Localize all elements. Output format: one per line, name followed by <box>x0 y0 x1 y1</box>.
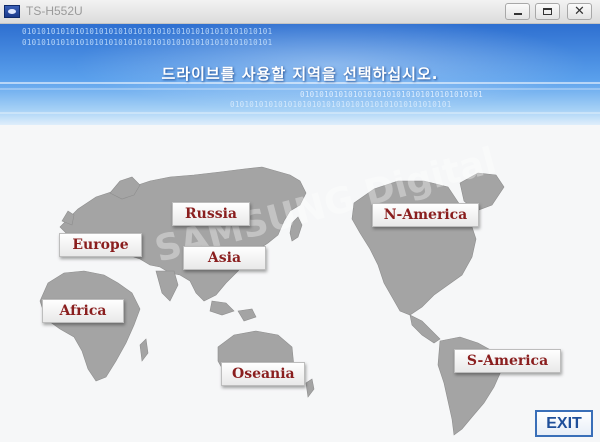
region-russia-button[interactable]: Russia <box>172 202 250 226</box>
africa-shape <box>39 270 141 382</box>
page-title: 드라이브를 사용할 지역을 선택하십시오. <box>161 65 439 83</box>
region-oseania-button[interactable]: Oseania <box>221 362 305 386</box>
close-button[interactable]: ✕ <box>567 3 592 20</box>
sea-islands-shape <box>209 300 257 322</box>
binary-decoration: 0101010101010101010101010101010101010101… <box>22 38 273 47</box>
minimize-button[interactable] <box>505 3 530 20</box>
minimize-icon <box>514 13 522 15</box>
app-window: TS-H552U ✕ 01010101010101010101010101010… <box>0 0 600 442</box>
binary-decoration: 0101010101010101010101010101010101010101… <box>230 100 452 109</box>
close-icon: ✕ <box>574 4 585 19</box>
maximize-button[interactable] <box>535 3 560 20</box>
region-asia-button[interactable]: Asia <box>183 246 266 270</box>
region-europe-button[interactable]: Europe <box>59 233 142 257</box>
central-america-shape <box>409 314 441 344</box>
exit-button[interactable]: EXIT <box>535 410 593 437</box>
map-area: SAMSUNG Digital <box>0 125 600 442</box>
india-shape <box>155 270 179 302</box>
maximize-icon <box>543 8 552 15</box>
window-title: TS-H552U <box>26 4 83 18</box>
title-bar[interactable]: TS-H552U ✕ <box>0 0 600 24</box>
app-logo-icon <box>4 5 20 18</box>
region-s-america-button[interactable]: S-America <box>454 349 561 373</box>
world-map <box>39 166 505 436</box>
madagascar-shape <box>139 338 149 362</box>
region-africa-button[interactable]: Africa <box>42 299 124 323</box>
region-n-america-button[interactable]: N-America <box>372 203 479 227</box>
new-zealand-shape <box>305 378 315 398</box>
binary-decoration: 01010101010101010101010101010101010101 <box>300 90 483 99</box>
light-streak <box>0 112 600 114</box>
header-banner: 0101010101010101010101010101010101010101… <box>0 24 600 125</box>
binary-decoration: 0101010101010101010101010101010101010101… <box>22 27 273 36</box>
